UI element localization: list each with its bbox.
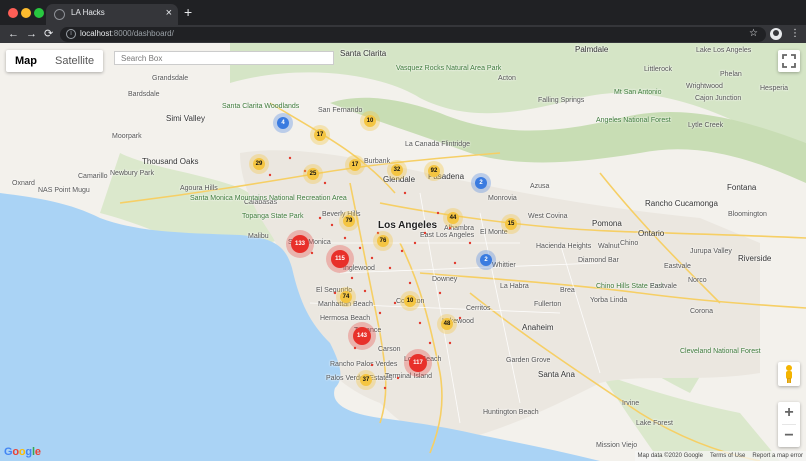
cluster-count: 133 [294,241,305,247]
terms-link[interactable]: Terms of Use [710,451,745,461]
marker-cluster[interactable]: 2 [471,173,491,193]
map-view-button[interactable]: Map [6,50,46,72]
marker-cluster[interactable]: 37 [356,370,376,390]
cluster-count: 32 [393,167,401,173]
cluster-count: 29 [255,161,263,167]
zoom-in-button[interactable]: + [778,402,800,424]
google-logo-letter: e [34,446,41,458]
marker-cluster[interactable]: 25 [303,164,323,184]
street-view-button[interactable] [778,362,800,386]
map-attribution: Map data ©2020 Google Terms of Use Repor… [634,451,806,461]
browser-toolbar: ← → ⟳ i localhost:8000/dashboard/ ☆ ⋮ [0,25,806,43]
cluster-count: 37 [362,377,370,383]
profile-avatar-icon[interactable] [770,28,782,40]
marker-cluster[interactable]: 32 [387,160,407,180]
marker-cluster[interactable]: 143 [348,322,376,350]
search-input[interactable] [114,51,334,65]
zoom-control: + − [778,402,800,447]
url-host: localhost [80,29,112,38]
cluster-count: 143 [356,333,367,339]
map-canvas[interactable]: Los Angeles Simi Valley Thousand Oaks Sa… [0,43,806,461]
cluster-count: 117 [413,360,423,366]
fullscreen-icon [782,54,796,68]
url-path: :8000/dashboard/ [111,29,174,38]
url-text[interactable]: localhost:8000/dashboard/ [80,29,174,38]
globe-icon [54,9,65,20]
cluster-count: 4 [281,120,285,126]
marker-cluster[interactable]: 17 [345,155,365,175]
cluster-count: 17 [351,162,359,168]
reload-button[interactable]: ⟳ [44,26,53,42]
zoom-out-button[interactable]: − [778,425,800,447]
info-icon[interactable]: i [66,29,76,39]
browser-menu-icon[interactable]: ⋮ [790,26,800,42]
minimize-window-button[interactable] [21,8,31,18]
address-bar[interactable]: i localhost:8000/dashboard/ [60,27,766,42]
cluster-count: 92 [430,168,438,174]
cluster-count: 15 [507,221,515,227]
forward-button[interactable]: → [26,26,37,42]
cluster-count: 2 [479,180,483,186]
satellite-view-button[interactable]: Satellite [46,50,103,72]
cluster-count: 17 [316,132,324,138]
map-type-control: Map Satellite [6,50,104,72]
marker-cluster[interactable]: 2 [476,250,496,270]
cluster-count: 79 [345,218,353,224]
pegman-icon [786,365,792,383]
cluster-count: 10 [406,298,414,304]
back-button[interactable]: ← [8,26,19,42]
report-error-link[interactable]: Report a map error [752,451,803,461]
marker-cluster[interactable]: 117 [404,349,432,377]
bookmark-star-icon[interactable]: ☆ [749,26,758,42]
cluster-count: 44 [449,215,457,221]
maximize-window-button[interactable] [34,8,44,18]
marker-cluster[interactable]: 48 [437,314,457,334]
browser-titlebar: LA Hacks × + [0,0,806,25]
incident-dots [268,156,472,390]
google-logo: Google [4,446,41,458]
marker-cluster[interactable]: 10 [400,291,420,311]
marker-cluster[interactable]: 133 [286,230,314,258]
marker-cluster[interactable]: 92 [424,161,444,181]
marker-cluster[interactable]: 15 [501,214,521,234]
marker-cluster[interactable]: 74 [336,287,356,307]
cluster-count: 76 [379,238,387,244]
map-data-text: Map data ©2020 Google [637,453,703,459]
marker-cluster[interactable]: 17 [310,125,330,145]
cluster-count: 115 [335,256,345,262]
close-window-button[interactable] [8,8,18,18]
cluster-count: 10 [366,118,374,124]
marker-cluster[interactable]: 115 [326,245,354,273]
cluster-count: 25 [309,171,317,177]
marker-cluster[interactable]: 44 [443,208,463,228]
marker-cluster[interactable]: 79 [339,211,359,231]
cluster-count: 74 [342,294,350,300]
browser-tab[interactable]: LA Hacks × [46,4,178,25]
fullscreen-button[interactable] [778,50,800,72]
new-tab-button[interactable]: + [184,5,192,19]
tab-close-icon[interactable]: × [166,6,172,20]
marker-cluster[interactable]: 10 [360,111,380,131]
cluster-count: 48 [443,321,451,327]
marker-cluster[interactable]: 4 [273,113,293,133]
marker-cluster[interactable]: 76 [373,231,393,251]
marker-cluster[interactable]: 29 [249,154,269,174]
cluster-count: 2 [484,257,488,263]
tab-title: LA Hacks [71,8,105,17]
